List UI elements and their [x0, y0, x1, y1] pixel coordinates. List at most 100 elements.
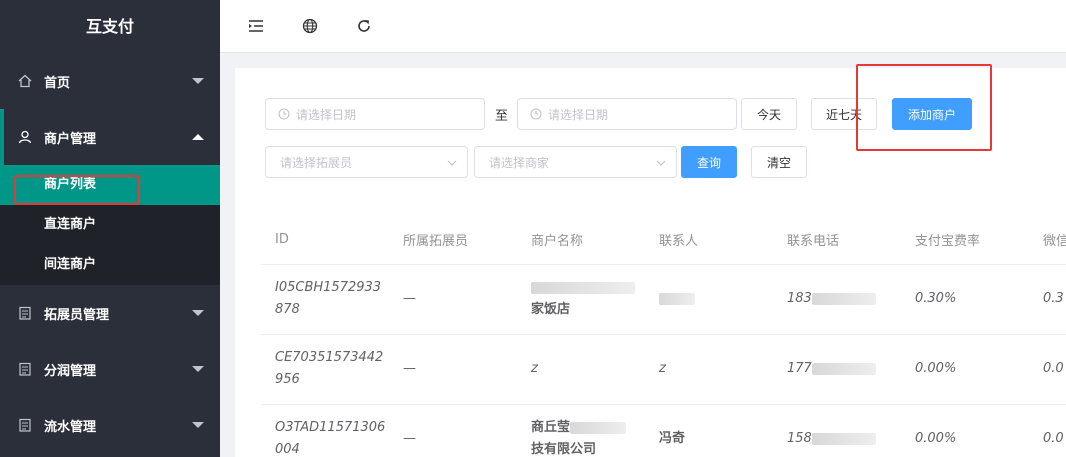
cell-merchant-name: z: [517, 334, 645, 405]
cell-merchant-name: 家饭店: [517, 264, 645, 335]
id-line: 004: [275, 442, 300, 457]
end-date-input[interactable]: 请选择日期: [517, 98, 737, 130]
phone-prefix: 158: [787, 431, 812, 446]
id-line: CE70351573442: [275, 350, 384, 365]
redacted-text: [811, 292, 876, 305]
cell-wechat-rate: 0.3: [1029, 264, 1066, 335]
sidebar-item-label: 流水管理: [44, 419, 97, 435]
sidebar: 互支付 首页 商户管理 商户列表 直连商户 间连商户 拓展员管理 分润管理 流水…: [0, 0, 220, 457]
home-icon: [18, 74, 32, 88]
sidebar-item-label: 分润管理: [44, 363, 97, 379]
sidebar-item-label: 首页: [44, 75, 71, 91]
cell-phone: 177: [773, 334, 901, 405]
clipboard-icon: [18, 418, 32, 432]
chevron-down-icon: [192, 422, 204, 428]
cell-promoter: —: [389, 334, 517, 405]
chevron-down-icon: [192, 366, 204, 372]
top-bar: [220, 0, 1066, 53]
end-date-placeholder: 请选择日期: [548, 107, 609, 122]
column-header-id[interactable]: ID: [261, 216, 389, 265]
sidebar-subitem-indirect-merchants[interactable]: 间连商户: [0, 245, 220, 285]
id-line: I05CBH1572933: [275, 280, 382, 295]
id-line: 956: [275, 372, 300, 387]
start-date-input[interactable]: 请选择日期: [265, 98, 485, 130]
table-row[interactable]: I05CBH1572933 878 — 家饭店 183 0.30% 0.3: [261, 264, 1066, 335]
column-header-phone[interactable]: 联系电话: [773, 216, 901, 265]
chevron-down-icon: [192, 310, 204, 316]
merchant-placeholder: 请选择商家: [489, 155, 550, 170]
user-icon: [18, 130, 32, 144]
query-button[interactable]: 查询: [681, 146, 737, 178]
cell-promoter: —: [389, 264, 517, 335]
sidebar-item-home[interactable]: 首页: [0, 53, 220, 109]
clear-button[interactable]: 清空: [751, 146, 807, 178]
name-line: 技有限公司: [531, 442, 597, 457]
table-row[interactable]: CE70351573442 956 — z z 177 0.00% 0.0: [261, 334, 1066, 405]
cell-phone: 183: [773, 264, 901, 335]
merchant-table: ID 所属拓展员 商户名称 联系人 联系电话 支付宝费率 微信 I05CBH15…: [261, 216, 1066, 457]
sidebar-subitem-merchant-list[interactable]: 商户列表: [0, 165, 220, 205]
redacted-text: [531, 281, 635, 294]
sidebar-item-transaction-management[interactable]: 流水管理: [0, 397, 220, 453]
chevron-down-icon: [447, 157, 457, 171]
column-header-wechat-rate[interactable]: 微信: [1029, 216, 1066, 265]
id-line: 878: [275, 302, 300, 317]
cell-id: CE70351573442 956: [261, 334, 389, 405]
name-line: 商丘莹: [531, 420, 571, 435]
clipboard-icon: [18, 362, 32, 376]
clipboard-icon: [18, 306, 32, 320]
sidebar-item-promoter-management[interactable]: 拓展员管理: [0, 285, 220, 341]
column-header-contact[interactable]: 联系人: [645, 216, 773, 265]
app-title: 互支付: [0, 0, 220, 53]
sidebar-item-label: 拓展员管理: [44, 307, 110, 323]
merchant-submenu: 商户列表 直连商户 间连商户: [0, 165, 220, 285]
redacted-text: [659, 292, 695, 305]
cell-contact: 冯奇: [645, 404, 773, 457]
clock-icon: [530, 108, 542, 120]
chevron-down-icon: [192, 78, 204, 84]
add-merchant-button[interactable]: 添加商户: [892, 98, 972, 130]
cell-wechat-rate: 0.0: [1029, 334, 1066, 405]
column-header-promoter[interactable]: 所属拓展员: [389, 216, 517, 265]
cell-wechat-rate: 0.0: [1029, 404, 1066, 457]
cell-phone: 158: [773, 404, 901, 457]
clock-icon: [278, 108, 290, 120]
cell-alipay-rate: 0.00%: [901, 334, 1029, 405]
cell-promoter: —: [389, 404, 517, 457]
content-panel: 请选择日期 至 请选择日期 今天 近七天 添加商户 请选择拓展员 请选择商家 查…: [235, 64, 1066, 457]
redacted-text: [811, 432, 876, 445]
globe-icon[interactable]: [302, 18, 318, 34]
sidebar-subitem-direct-merchants[interactable]: 直连商户: [0, 205, 220, 245]
table-row[interactable]: O3TAD11571306 004 — 商丘莹技有限公司 冯奇 158 0.00%…: [261, 404, 1066, 457]
redacted-text: [811, 362, 876, 375]
sidebar-item-merchant-management[interactable]: 商户管理: [0, 109, 220, 165]
promoter-placeholder: 请选择拓展员: [280, 155, 353, 170]
cell-contact: [645, 264, 773, 335]
name-line: 家饭店: [531, 302, 571, 317]
chevron-up-icon: [192, 134, 204, 140]
date-range-separator: 至: [495, 109, 509, 124]
menu-fold-icon[interactable]: [248, 18, 264, 34]
cell-alipay-rate: 0.00%: [901, 404, 1029, 457]
phone-prefix: 183: [787, 291, 812, 306]
chevron-down-icon: [656, 157, 666, 171]
start-date-placeholder: 请选择日期: [296, 107, 357, 122]
cell-merchant-name: 商丘莹 技有限公司: [517, 404, 645, 457]
table-header-row: ID 所属拓展员 商户名称 联系人 联系电话 支付宝费率 微信: [261, 216, 1066, 265]
refresh-icon[interactable]: [356, 18, 372, 34]
today-button[interactable]: 今天: [741, 98, 797, 130]
phone-prefix: 177: [787, 361, 812, 376]
cell-id: O3TAD11571306 004: [261, 404, 389, 457]
column-header-alipay-rate[interactable]: 支付宝费率: [901, 216, 1029, 265]
sidebar-item-profit-management[interactable]: 分润管理: [0, 341, 220, 397]
redacted-text: [570, 421, 627, 434]
sidebar-item-label: 商户管理: [44, 131, 97, 147]
cell-contact: z: [645, 334, 773, 405]
last-seven-days-button[interactable]: 近七天: [811, 98, 877, 130]
id-line: O3TAD11571306: [275, 420, 386, 435]
cell-id: I05CBH1572933 878: [261, 264, 389, 335]
column-header-merchant-name[interactable]: 商户名称: [517, 216, 645, 265]
merchant-select[interactable]: 请选择商家: [474, 146, 677, 178]
promoter-select[interactable]: 请选择拓展员: [265, 146, 468, 178]
cell-alipay-rate: 0.30%: [901, 264, 1029, 335]
